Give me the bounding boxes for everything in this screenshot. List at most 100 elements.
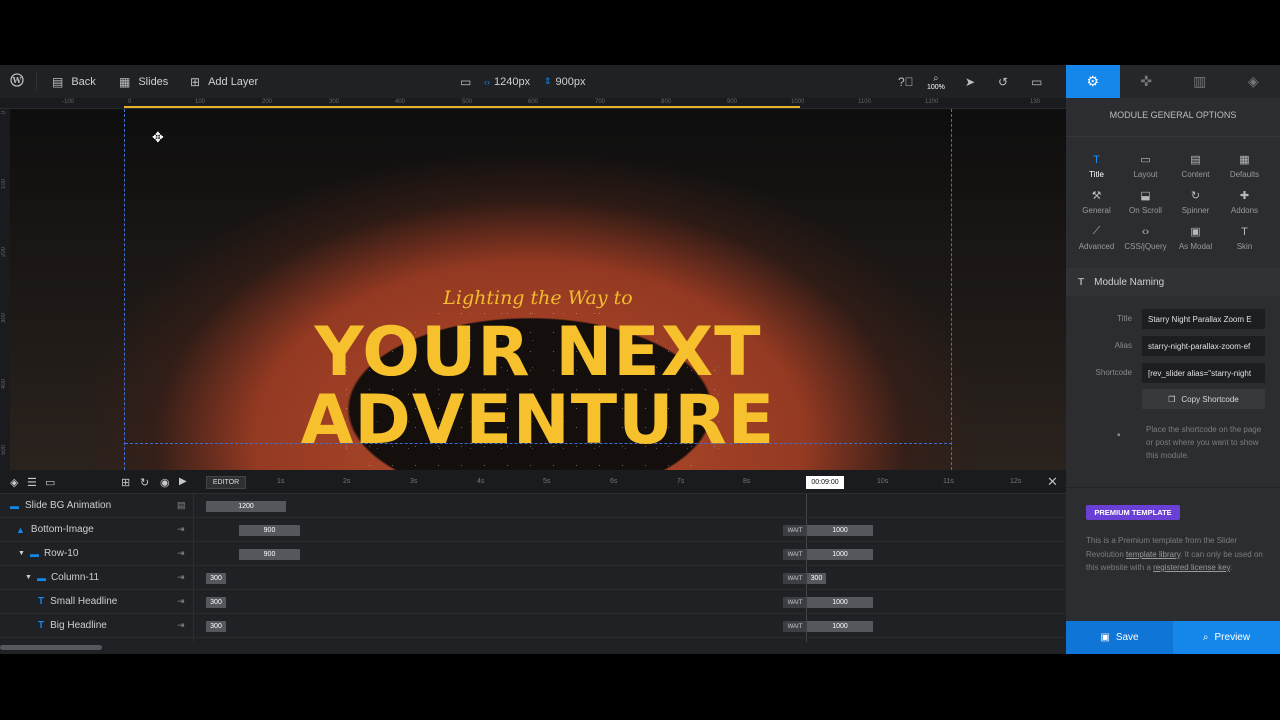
option-as-modal[interactable]: ▣ As Modal (1171, 220, 1220, 256)
timeline-layer-row[interactable]: ▼ ▬ Column-11 ⇥ (0, 566, 193, 590)
option-defaults[interactable]: ▦ Defaults (1220, 148, 1269, 184)
play-icon[interactable]: ▶ (179, 476, 187, 487)
ruler-mark: 100 (1, 179, 7, 190)
layer-action-icon[interactable]: ⇥ (177, 524, 185, 535)
timeline-layer-row[interactable]: ▲ Bottom-Image ⇥ (0, 518, 193, 542)
tab-module-options[interactable]: ⚙ (1066, 65, 1120, 98)
timeline-wait: WAIT (783, 525, 807, 536)
cursor-button[interactable]: ➤ (965, 65, 975, 98)
timeline-bar[interactable]: 1000 (807, 525, 873, 536)
folder-icon[interactable]: ▭ (45, 476, 55, 489)
height-control[interactable]: ⇕ 900px (544, 65, 586, 98)
zoom-button[interactable]: ⌕ 100% (927, 65, 945, 98)
option-spinner[interactable]: ↻ Spinner (1171, 184, 1220, 220)
wordpress-button[interactable]: W (10, 65, 24, 98)
ruler-mark: 400 (395, 99, 406, 105)
layer-action-icon[interactable]: ▤ (177, 500, 186, 511)
copy-shortcode-button[interactable]: ❐ Copy Shortcode (1142, 389, 1265, 409)
timeline-layer-row[interactable]: T Big Headline ⇥ (0, 614, 193, 638)
option-label: Advanced (1078, 242, 1115, 251)
module-naming-section[interactable]: T Module Naming (1066, 268, 1280, 296)
timeline-tick: 10s (877, 478, 889, 485)
option-skin[interactable]: T Skin (1220, 220, 1269, 256)
tab-slide-options[interactable]: ✜ (1120, 65, 1174, 98)
add-layer-button[interactable]: ⊞ Add Layer (190, 65, 258, 98)
option-on-scroll[interactable]: ⬓ On Scroll (1121, 184, 1170, 220)
timeline-layer-row[interactable]: ▼ ▬ Row-10 ⇥ (0, 542, 193, 566)
list-icon[interactable]: ☰ (27, 476, 37, 489)
timeline-bar[interactable]: 1000 (807, 597, 873, 608)
timeline-tick: 6s (610, 478, 618, 485)
timeline-bar[interactable]: 900 (239, 525, 300, 536)
editor-button[interactable]: EDITOR (206, 476, 246, 489)
close-icon[interactable]: ✕ (1047, 474, 1058, 490)
option-label: On Scroll (1129, 206, 1162, 215)
option-addons[interactable]: ✚ Addons (1220, 184, 1269, 220)
timeline-bar[interactable]: 900 (239, 549, 300, 560)
option-label: Title (1089, 169, 1104, 179)
option-general[interactable]: ⚒ General (1072, 184, 1121, 220)
width-control[interactable]: ‹› 1240px (484, 65, 530, 98)
playhead-time[interactable]: 00:09:00 (806, 476, 844, 489)
help-button[interactable]: ?⃝ (898, 65, 914, 98)
repeat-icon[interactable]: ↻ (140, 476, 149, 489)
section-title: Module Naming (1094, 276, 1165, 288)
caret-down-icon[interactable]: ▼ (18, 550, 25, 557)
back-button[interactable]: ▤ Back (52, 65, 96, 98)
grid-icon[interactable]: ⊞ (121, 476, 130, 489)
device-desktop-button[interactable]: ▭ (460, 65, 471, 98)
ruler-mark: 0 (128, 99, 132, 105)
sound-icon[interactable]: ◉ (160, 476, 170, 489)
ruler-mark: 600 (528, 99, 539, 105)
timeline-bar[interactable]: 300 (807, 573, 826, 584)
small-headline[interactable]: Lighting the Way to (10, 287, 1066, 309)
layer-action-icon[interactable]: ⇥ (177, 596, 185, 607)
layer-action-icon[interactable]: ⇥ (177, 548, 185, 559)
alias-label: Alias (1114, 341, 1132, 350)
option-layout[interactable]: ▭ Layout (1121, 148, 1170, 184)
timeline-track: 900 WAIT 1000 (194, 542, 1066, 566)
svg-text:W: W (12, 75, 23, 85)
preview-device-button[interactable]: ▭ (1031, 65, 1042, 98)
option-advanced[interactable]: ⟋ Advanced (1072, 220, 1121, 256)
timeline-wait: WAIT (783, 621, 807, 632)
timeline-layer-row[interactable]: T Small Headline ⇥ (0, 590, 193, 614)
big-headline-line: ADVENTURE (300, 381, 776, 460)
option-title[interactable]: T Title (1072, 148, 1121, 184)
row-icon: ▬ (29, 548, 39, 559)
timeline-bar[interactable]: 300 (206, 597, 226, 608)
option-content[interactable]: ▤ Content (1171, 148, 1220, 184)
panel-divider (1066, 487, 1280, 488)
premium-notice: This is a Premium template from the Slid… (1086, 534, 1266, 575)
ruler-mark: 400 (1, 379, 7, 390)
timeline-bar[interactable]: 1000 (807, 621, 873, 632)
option-css-jquery[interactable]: ‹› CSS/jQuery (1121, 220, 1170, 256)
layer-name: Small Headline (50, 596, 118, 607)
caret-down-icon[interactable]: ▼ (25, 574, 32, 581)
timeline-bar[interactable]: 1200 (206, 501, 286, 512)
option-label: Skin (1236, 241, 1253, 251)
alias-field[interactable]: starry-night-parallax-zoom-ef (1142, 336, 1265, 356)
tab-layer-options[interactable]: ▥ (1173, 65, 1227, 98)
tab-layers[interactable]: ◈ (1227, 65, 1280, 98)
timeline-bar[interactable]: 300 (206, 621, 226, 632)
template-library-link[interactable]: template library (1126, 550, 1180, 559)
wordpress-icon: W (10, 73, 24, 90)
save-button[interactable]: ▣ Save (1066, 621, 1173, 654)
big-headline[interactable]: YOUR NEXT ADVENTURE (10, 319, 1066, 455)
timeline-bar[interactable]: 1000 (807, 549, 873, 560)
timeline-scrollbar[interactable] (0, 645, 102, 650)
slides-button[interactable]: ▦ Slides (119, 65, 168, 98)
slide-canvas[interactable]: ✥ Lighting the Way to YOUR NEXT ADVENTUR… (10, 109, 1066, 470)
timeline-layer-row[interactable]: ▬ Slide BG Animation ▤ (0, 494, 193, 518)
undo-button[interactable]: ↺ (998, 65, 1008, 98)
layer-action-icon[interactable]: ⇥ (177, 572, 185, 583)
layer-action-icon[interactable]: ⇥ (177, 620, 185, 631)
width-value: 1240px (494, 75, 531, 88)
preview-button[interactable]: ⌕ Preview (1173, 621, 1280, 654)
timeline-bar[interactable]: 300 (206, 573, 226, 584)
layers-icon[interactable]: ◈ (10, 476, 18, 489)
shortcode-field[interactable]: [rev_slider alias="starry-night (1142, 363, 1265, 383)
license-key-link[interactable]: registered license key (1153, 563, 1230, 572)
title-field[interactable]: Starry Night Parallax Zoom E (1142, 309, 1265, 329)
